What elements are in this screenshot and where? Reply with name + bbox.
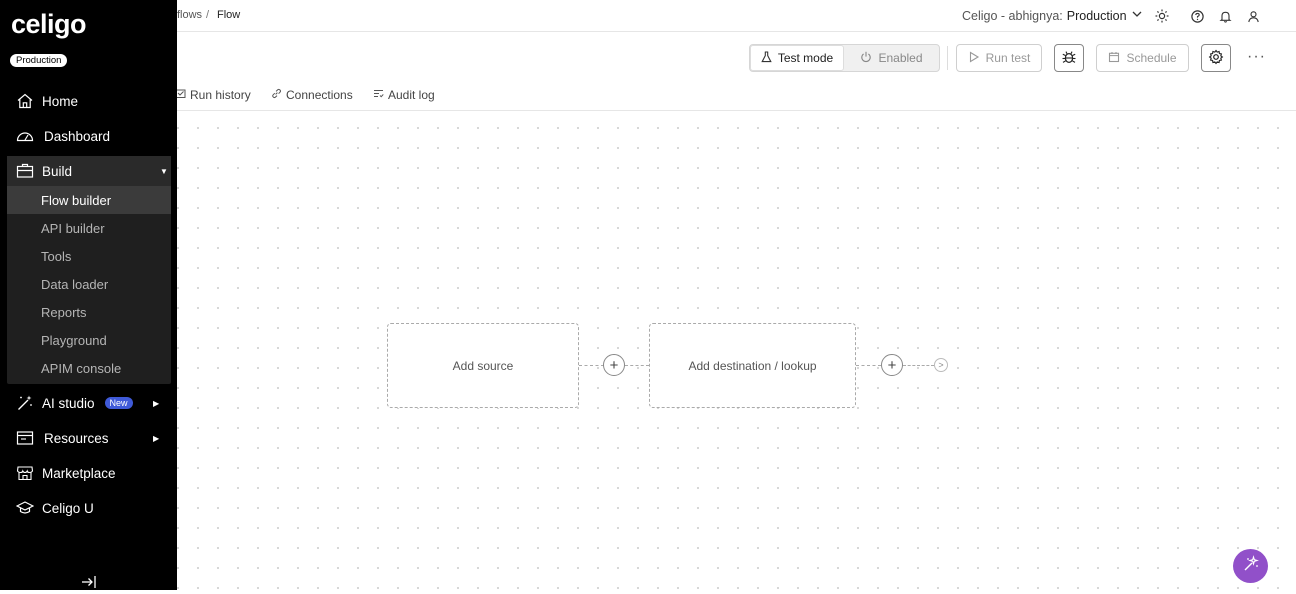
account-selector[interactable]: Celigo - abhignya: Production <box>962 8 1143 23</box>
run-test-label: Run test <box>985 51 1031 65</box>
sidebar: celigo Production Home Dashboard Build ▼… <box>0 0 177 590</box>
resources-icon <box>16 429 34 447</box>
breadcrumb-flows[interactable]: flows <box>177 9 202 21</box>
sidebar-item-marketplace[interactable]: Marketplace <box>16 464 116 482</box>
sidebar-item-label: Marketplace <box>42 465 116 481</box>
graduation-cap-icon <box>16 499 34 517</box>
sidebar-item-resources[interactable]: Resources <box>16 429 109 447</box>
debug-button[interactable] <box>1054 44 1084 72</box>
magic-wand-icon <box>16 394 34 412</box>
user-icon[interactable] <box>1244 7 1262 25</box>
enabled-button[interactable]: Enabled <box>844 45 939 71</box>
sidebar-item-dashboard[interactable]: Dashboard <box>16 127 110 145</box>
help-icon[interactable] <box>1188 7 1206 25</box>
more-options-button[interactable]: ··· <box>1247 48 1266 66</box>
account-prefix: Celigo - abhignya: <box>962 8 1063 23</box>
chevron-down-icon <box>1131 8 1143 23</box>
run-test-button[interactable]: Run test <box>956 44 1042 72</box>
test-mode-button[interactable]: Test mode <box>750 45 844 71</box>
tab-audit-log[interactable]: Audit log <box>373 88 435 102</box>
breadcrumb-separator: / <box>206 9 210 21</box>
sidebar-item-tools[interactable]: Tools <box>7 242 171 270</box>
build-header: Build <box>16 162 72 180</box>
tab-label: Run history <box>190 88 251 102</box>
sidebar-item-celigo-u[interactable]: Celigo U <box>16 499 94 517</box>
add-destination-node[interactable]: Add destination / lookup <box>649 323 856 408</box>
add-source-node[interactable]: Add source <box>387 323 579 408</box>
connector-line <box>856 365 881 366</box>
add-step-button[interactable]: + <box>603 354 625 376</box>
ai-assistant-button[interactable] <box>1233 549 1268 583</box>
sidebar-item-reports[interactable]: Reports <box>7 298 171 326</box>
sidebar-item-data-loader[interactable]: Data loader <box>7 270 171 298</box>
sidebar-item-api-builder[interactable]: API builder <box>7 214 171 242</box>
sidebar-item-label: Build <box>42 163 73 179</box>
sidebar-item-label: Home <box>42 93 79 109</box>
account-environment: Production <box>1066 8 1127 23</box>
sidebar-item-flow-builder[interactable]: Flow builder <box>7 186 171 214</box>
tab-run-history[interactable]: Run history <box>175 88 251 102</box>
sidebar-item-apim-console[interactable]: APIM console <box>7 354 171 382</box>
home-icon <box>16 92 34 110</box>
flow-end-icon: > <box>934 358 948 372</box>
enabled-label: Enabled <box>878 51 923 65</box>
flow-canvas[interactable]: Add source + Add destination / lookup + … <box>0 112 1296 590</box>
collapse-sidebar-icon[interactable] <box>81 575 97 589</box>
main-area: flows / Flow Celigo - abhignya: Producti… <box>0 0 1296 590</box>
sun-icon[interactable] <box>1153 7 1171 25</box>
caret-down-icon: ▼ <box>160 167 168 176</box>
connector-line <box>579 365 604 366</box>
sidebar-item-home[interactable]: Home <box>16 92 78 110</box>
settings-button[interactable] <box>1201 44 1231 72</box>
caret-right-icon: ▶ <box>153 399 160 408</box>
store-icon <box>16 464 34 482</box>
caret-right-icon: ▶ <box>153 434 160 443</box>
connector-line <box>903 365 934 366</box>
sidebar-item-build[interactable]: Build ▼ <box>7 156 171 187</box>
sidebar-item-label: Resources <box>44 430 109 446</box>
sidebar-item-label: Celigo U <box>42 500 94 516</box>
sidebar-item-label: AI studio <box>42 395 95 411</box>
mode-toggle: Test mode Enabled <box>749 44 940 72</box>
environment-badge: Production <box>10 54 68 67</box>
tab-label: Connections <box>286 88 353 102</box>
flow-header: Test mode Enabled Run test Schedule ··· … <box>0 32 1296 111</box>
celigo-logo[interactable]: celigo <box>11 9 87 40</box>
calendar-icon <box>1108 51 1120 66</box>
link-icon <box>271 88 282 102</box>
top-bar: flows / Flow Celigo - abhignya: Producti… <box>0 0 1296 32</box>
power-icon <box>860 51 872 66</box>
bug-icon <box>1061 49 1077 68</box>
dashboard-icon <box>16 127 34 145</box>
sidebar-item-label: Dashboard <box>44 128 111 144</box>
audit-log-icon <box>373 88 384 102</box>
play-icon <box>968 51 980 66</box>
sidebar-item-ai-studio[interactable]: AI studio New <box>16 394 133 412</box>
schedule-button[interactable]: Schedule <box>1096 44 1189 72</box>
bell-icon[interactable] <box>1216 7 1234 25</box>
gear-icon <box>1208 49 1224 68</box>
sidebar-item-playground[interactable]: Playground <box>7 326 171 354</box>
connector-line <box>625 365 649 366</box>
new-badge: New <box>104 397 133 409</box>
header-divider <box>947 46 948 70</box>
breadcrumb-current: Flow <box>217 9 241 21</box>
schedule-label: Schedule <box>1126 51 1177 65</box>
flask-icon <box>761 50 772 66</box>
briefcase-icon <box>16 162 34 180</box>
sparkle-icon <box>1242 554 1260 578</box>
add-step-button[interactable]: + <box>881 354 903 376</box>
test-mode-label: Test mode <box>777 51 834 65</box>
tab-label: Audit log <box>388 88 435 102</box>
build-submenu: Build ▼ Flow builder API builder Tools D… <box>7 156 171 384</box>
tab-connections[interactable]: Connections <box>271 88 353 102</box>
